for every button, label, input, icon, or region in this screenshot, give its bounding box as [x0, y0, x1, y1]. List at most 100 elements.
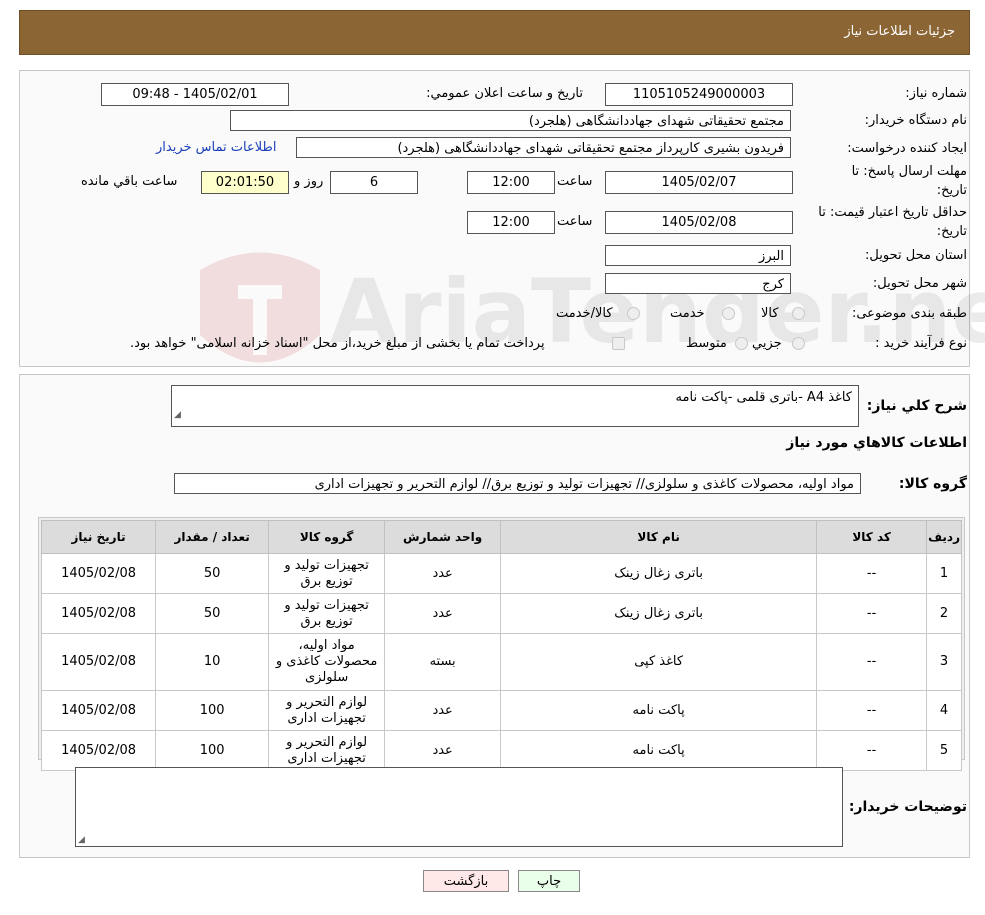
page-title: جزئیات اطلاعات نیاز: [844, 24, 955, 39]
cell-qty: 50: [155, 553, 270, 594]
cell-group: لوازم التحریر و تجهیزات اداری: [268, 730, 386, 771]
process-medium-radio[interactable]: [735, 337, 748, 350]
category-goods-service-radio[interactable]: [627, 307, 640, 320]
cell-index: 4: [926, 690, 962, 731]
category-goods-radio[interactable]: [792, 307, 805, 320]
cell-name: پاکت نامه: [500, 690, 818, 731]
cell-qty: 100: [155, 730, 270, 771]
table-header-row: رديف کد کالا نام کالا واحد شمارش گروه کا…: [40, 520, 962, 554]
deadline-time-label: ساعت: [557, 174, 593, 189]
cell-index: 2: [926, 593, 962, 634]
table-row: 3 -- کاغذ کپی بسته مواد اولیه، محصولات ک…: [40, 633, 962, 691]
category-service-label: خدمت: [670, 306, 705, 321]
goods-info-title: اطلاعات کالاهاي مورد نياز: [786, 435, 967, 451]
cell-date: 1405/02/08: [40, 730, 157, 771]
cell-date: 1405/02/08: [40, 633, 157, 691]
buyer-notes-label: توضيحات خريدار:: [848, 799, 967, 815]
col-header-unit: واحد شمارش: [384, 520, 502, 554]
cell-unit: عدد: [384, 593, 502, 634]
cell-group: لوازم التحریر و تجهیزات اداری: [268, 690, 386, 731]
buyer-contact-link[interactable]: اطلاعات تماس خريدار: [156, 140, 276, 155]
deadline-label: مهلت ارسال پاسخ: تا: [851, 164, 967, 179]
col-header-index: رديف: [926, 520, 962, 554]
cell-unit: عدد: [384, 730, 502, 771]
cell-group: تجهیزات تولید و توزیع برق: [268, 593, 386, 634]
cell-name: کاغذ کپی: [500, 633, 818, 691]
table-row: 4 -- پاکت نامه عدد لوازم التحریر و تجهیز…: [40, 690, 962, 731]
process-minor-label: جزيي: [752, 336, 782, 351]
cell-code: --: [816, 730, 928, 771]
col-header-code: کد کالا: [816, 520, 928, 554]
page-header: جزئیات اطلاعات نیاز: [19, 10, 970, 55]
need-number-label: شماره نیاز:: [905, 86, 967, 101]
cell-code: --: [816, 633, 928, 691]
cell-qty: 10: [155, 633, 270, 691]
need-number-field: 1105105249000003: [605, 83, 793, 106]
cell-name: پاکت نامه: [500, 730, 818, 771]
category-goods-label: کالا: [761, 306, 779, 321]
col-header-group: گروه کالا: [268, 520, 386, 554]
goods-group-field: مواد اولیه، محصولات کاغذی و سلولزی// تجه…: [174, 473, 861, 494]
col-header-qty: تعداد / مقدار: [155, 520, 270, 554]
cell-date: 1405/02/08: [40, 690, 157, 731]
cell-name: باتری زغال زینک: [500, 553, 818, 594]
cell-name: باتری زغال زینک: [500, 593, 818, 634]
buyer-org-field: مجتمع تحقیقاتی شهدای جهاددانشگاهی (هلجرد…: [230, 110, 791, 131]
items-table: رديف کد کالا نام کالا واحد شمارش گروه کا…: [40, 520, 962, 771]
deadline-label-date: تاريخ:: [936, 183, 967, 198]
resize-grip-icon: ◢: [174, 410, 181, 420]
col-header-date: تاريخ نياز: [40, 520, 157, 554]
cell-qty: 50: [155, 593, 270, 634]
validity-time-label: ساعت: [557, 214, 593, 229]
description-label: شرح کلي نياز:: [866, 398, 967, 414]
cell-index: 1: [926, 553, 962, 594]
cell-code: --: [816, 690, 928, 731]
city-label: شهر محل تحويل:: [872, 276, 967, 291]
cell-unit: عدد: [384, 553, 502, 594]
table-row: 2 -- باتری زغال زینک عدد تجهیزات تولید و…: [40, 593, 962, 634]
cell-group: تجهیزات تولید و توزیع برق: [268, 553, 386, 594]
process-minor-radio[interactable]: [792, 337, 805, 350]
goods-group-label: گروه کالا:: [898, 476, 967, 492]
days-label: روز و: [294, 174, 324, 189]
buyer-notes-textarea[interactable]: ◢: [75, 767, 843, 847]
announce-datetime-label: تاریخ و ساعت اعلان عمومي:: [426, 86, 583, 101]
province-label: استان محل تحويل:: [865, 248, 967, 263]
table-row: 1 -- باتری زغال زینک عدد تجهیزات تولید و…: [40, 553, 962, 594]
cell-index: 5: [926, 730, 962, 771]
city-field: کرج: [605, 273, 791, 294]
cell-unit: عدد: [384, 690, 502, 731]
price-validity-label: حداقل تاريخ اعتبار قيمت: تا: [818, 205, 967, 220]
process-treasury-note: پرداخت تمام يا بخشی از مبلغ خريد،از محل …: [130, 336, 545, 351]
requester-field: فریدون بشیری کارپرداز مجتمع تحقیقاتی شهد…: [296, 137, 791, 158]
cell-date: 1405/02/08: [40, 593, 157, 634]
cell-index: 3: [926, 633, 962, 691]
process-treasury-checkbox[interactable]: [612, 337, 625, 350]
price-validity-date-field: 1405/02/08: [605, 211, 793, 234]
items-table-wrapper: رديف کد کالا نام کالا واحد شمارش گروه کا…: [38, 517, 965, 771]
cell-unit: بسته: [384, 633, 502, 691]
back-button[interactable]: بازگشت: [423, 870, 509, 892]
process-type-label: نوع فرآيند خريد :: [875, 336, 967, 351]
print-button[interactable]: چاپ: [518, 870, 580, 892]
cell-group: مواد اولیه، محصولات کاغذی و سلولزی: [268, 633, 386, 691]
col-header-name: نام کالا: [500, 520, 818, 554]
days-remaining-field: 6: [330, 171, 418, 194]
validity-time-field: 12:00: [467, 211, 555, 234]
remaining-time-field: 02:01:50: [201, 171, 289, 194]
buyer-org-label: نام دستگاه خريدار:: [864, 113, 967, 128]
province-field: البرز: [605, 245, 791, 266]
deadline-date-field: 1405/02/07: [605, 171, 793, 194]
category-service-radio[interactable]: [722, 307, 735, 320]
description-textarea: کاغذ A4 -باتری قلمی -پاکت نامه ◢: [171, 385, 859, 427]
cell-qty: 100: [155, 690, 270, 731]
cell-code: --: [816, 593, 928, 634]
process-medium-label: متوسط: [686, 336, 727, 351]
table-row: 5 -- پاکت نامه عدد لوازم التحریر و تجهیز…: [40, 730, 962, 771]
resize-grip-icon: ◢: [78, 835, 85, 845]
cell-code: --: [816, 553, 928, 594]
cell-date: 1405/02/08: [40, 553, 157, 594]
price-validity-label-date: تاريخ:: [936, 224, 967, 239]
remaining-time-label: ساعت باقي مانده: [81, 174, 178, 189]
description-text: کاغذ A4 -باتری قلمی -پاکت نامه: [675, 390, 852, 405]
